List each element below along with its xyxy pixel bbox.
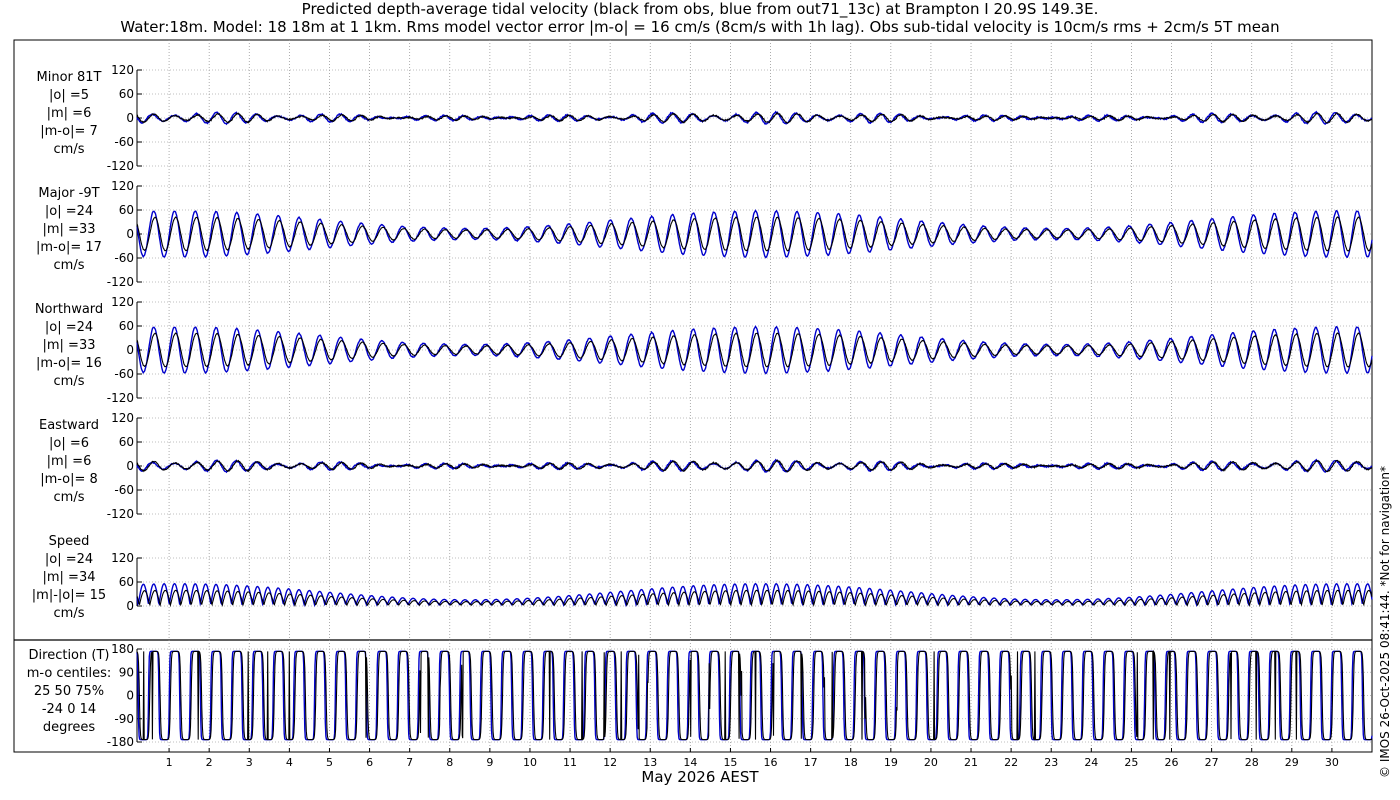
- panel-label-line: |m-o|= 8: [40, 472, 98, 487]
- y-tick-label: -180: [107, 735, 134, 749]
- panel-label-major: Major -9T |o| =24 |m| =33 |m-o|= 17 cm/s: [4, 185, 134, 275]
- panel-label-line: |m| =33: [42, 338, 96, 353]
- model-series-line: [136, 458, 1373, 474]
- model-series-line: [136, 209, 1373, 259]
- panel-label-line: cm/s: [53, 142, 85, 157]
- model-series-line: [136, 325, 1373, 375]
- panel-label-line: |m-o|= 16: [36, 356, 102, 371]
- panel-label-line: cm/s: [53, 606, 85, 621]
- panel-direction: 180900-90-180: [107, 642, 1373, 749]
- panel-east: 120600-60-120: [107, 411, 1373, 521]
- panel-label-line: |o| =24: [44, 320, 94, 335]
- panel-label-line: Northward: [34, 302, 104, 317]
- panel-label-minor: Minor 81T |o| =5 |m| =6 |m-o|= 7 cm/s: [4, 69, 134, 159]
- panel-label-line: |o| =24: [44, 552, 94, 567]
- panel-label-east: Eastward |o| =6 |m| =6 |m-o|= 8 cm/s: [4, 417, 134, 507]
- panel-label-line: 25 50 75%: [33, 683, 105, 699]
- obs-series-line: [136, 589, 1373, 608]
- panel-label-line: |m|-|o|= 15: [31, 588, 107, 603]
- panel-label-line: |o| =5: [48, 88, 89, 103]
- panel-label-line: degrees: [42, 719, 96, 735]
- y-tick-label: -120: [107, 275, 134, 289]
- panel-label-north: Northward |o| =24 |m| =33 |m-o|= 16 cm/s: [4, 301, 134, 391]
- panel-label-line: cm/s: [53, 374, 85, 389]
- panel-label-line: Direction (T): [28, 647, 110, 663]
- panel-minor: 120600-60-120: [107, 63, 1373, 173]
- panel-label-line: cm/s: [53, 258, 85, 273]
- panel-label-line: Speed: [48, 534, 90, 549]
- panel-label-line: m-o centiles:: [26, 665, 112, 681]
- panel-major: 120600-60-120: [107, 179, 1373, 289]
- panel-label-line: |o| =24: [44, 204, 94, 219]
- panel-label-direction: Direction (T) m-o centiles: 25 50 75% -24 0…: [4, 647, 134, 737]
- panel-label-line: Eastward: [38, 418, 100, 433]
- panel-label-line: |m-o|= 17: [36, 240, 102, 255]
- x-axis-label: May 2026 AEST: [641, 768, 759, 786]
- panel-label-line: -24 0 14: [41, 701, 97, 717]
- panel-label-line: |m| =33: [42, 222, 96, 237]
- figure-frame: [13, 39, 1373, 753]
- panel-north: 120600-60-120: [107, 295, 1373, 405]
- panel-label-line: |m| =34: [42, 570, 96, 585]
- panel-label-speed: Speed |o| =24 |m| =34 |m|-|o|= 15 cm/s: [4, 533, 134, 623]
- panel-speed: 120600: [111, 551, 1373, 613]
- y-tick-label: -120: [107, 159, 134, 173]
- model-series-line: [136, 110, 1373, 126]
- panel-label-line: Major -9T: [38, 186, 100, 201]
- panel-label-line: Minor 81T: [36, 70, 102, 85]
- panel-label-line: |m| =6: [46, 106, 92, 121]
- panel-label-line: |m| =6: [46, 454, 92, 469]
- panel-label-line: cm/s: [53, 490, 85, 505]
- y-tick-label: -120: [107, 507, 134, 521]
- tidal-velocity-chart: 1 2 3 4 5 6 7 8 9 10 11 12 13 14 15 16 17 18 19 20 21 22 23 24 2…: [13, 39, 1373, 769]
- panel-label-line: |m-o|= 7: [40, 124, 98, 139]
- panel-label-line: |o| =6: [48, 436, 89, 451]
- y-tick-label: -120: [107, 391, 134, 405]
- copyright-notice: © IMOS 26-Oct-2025 08:41:44. *Not for na…: [1378, 466, 1392, 778]
